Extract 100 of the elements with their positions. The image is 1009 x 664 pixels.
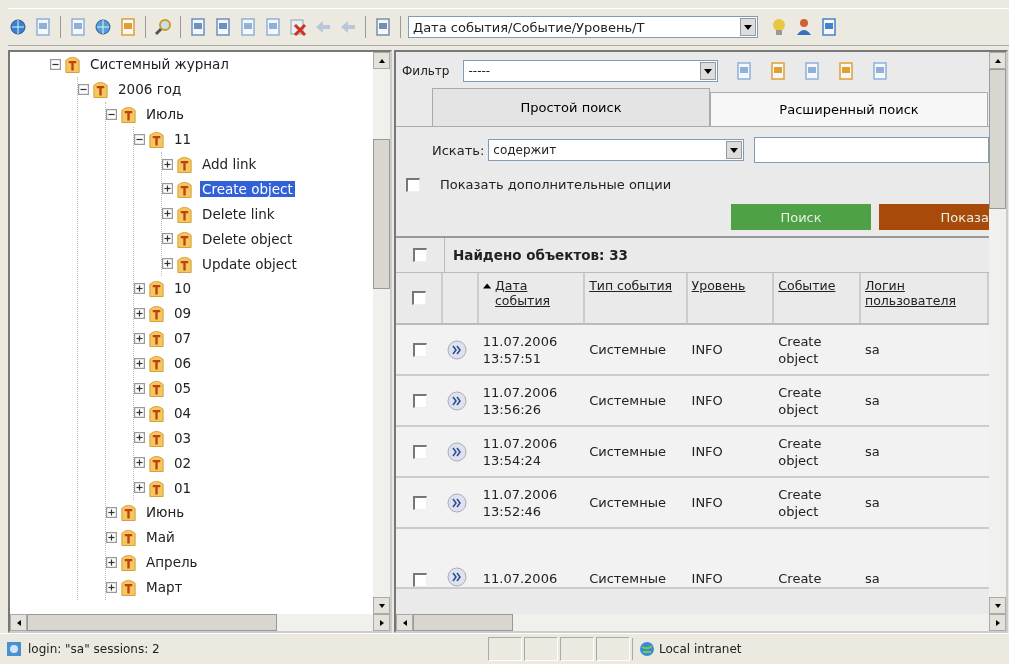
tab[interactable]: Расширенный поиск (710, 92, 988, 126)
date-cell: 11.07.2006 13:57:51 (482, 332, 558, 367)
column-header[interactable]: Дата события (495, 278, 580, 308)
tree-item[interactable]: Май (144, 529, 177, 546)
vertical-scrollbar[interactable] (989, 52, 1006, 614)
person-icon[interactable] (794, 17, 814, 37)
level-cell: INFO (691, 494, 723, 511)
type-cell: Системные (589, 392, 666, 409)
expand-toggle[interactable] (134, 432, 145, 444)
login-cell: sa (864, 341, 880, 358)
window-icon[interactable] (819, 17, 839, 37)
tree-item[interactable]: 06 (172, 355, 194, 372)
scrollbar-thumb[interactable] (989, 69, 1006, 209)
cross-icon[interactable] (288, 17, 308, 37)
tree-item[interactable]: Delete link (200, 205, 277, 222)
expand-toggle[interactable] (134, 482, 145, 494)
column-header[interactable]: Тип события (589, 278, 673, 293)
search-field[interactable] (754, 137, 989, 163)
node-icon (148, 328, 165, 349)
checkbox[interactable] (412, 573, 427, 587)
expand-toggle[interactable] (162, 233, 173, 245)
tree-item[interactable]: 04 (172, 404, 194, 421)
tree-item[interactable]: Delete object (200, 230, 295, 247)
node-icon (148, 378, 165, 398)
column-header[interactable]: Событие (778, 278, 836, 293)
search-mode-select[interactable]: содержит (488, 139, 745, 161)
horizontal-scrollbar[interactable] (396, 614, 1006, 631)
checkbox[interactable] (412, 495, 427, 510)
event-cell-text: Create object (778, 383, 823, 418)
tree-item[interactable]: Create object (200, 180, 295, 197)
expand-toggle[interactable] (162, 208, 173, 220)
collapse-toggle[interactable] (50, 58, 61, 70)
scrollbar-thumb[interactable] (413, 614, 513, 631)
checkbox[interactable] (411, 291, 426, 305)
view-select[interactable]: Дата события/Событие/Уровень/Т (408, 16, 758, 38)
details-icon[interactable] (447, 441, 468, 462)
checkbox[interactable] (412, 342, 427, 357)
expand-toggle[interactable] (134, 457, 145, 469)
login-cell: sa (864, 392, 880, 409)
checkbox[interactable] (412, 393, 427, 408)
level-cell: INFO (691, 570, 723, 587)
column-header[interactable]: Логин пользователя (864, 278, 987, 308)
tree-item[interactable]: 03 (172, 429, 194, 446)
tree-item[interactable]: 07 (172, 330, 194, 347)
node-icon (64, 54, 81, 75)
checkbox[interactable] (413, 248, 427, 262)
expand-toggle[interactable] (134, 282, 145, 294)
tree-item[interactable]: 05 (172, 380, 194, 396)
column-header[interactable]: Уровень (691, 278, 746, 293)
tree-item[interactable]: 10 (172, 280, 194, 297)
tree-item[interactable]: Март (144, 579, 185, 596)
expand-toggle[interactable] (106, 506, 117, 518)
tree-item[interactable]: Июль (144, 106, 187, 123)
expand-toggle[interactable] (134, 407, 145, 419)
scrollbar-thumb[interactable] (373, 139, 390, 289)
tree-item[interactable]: 2006 год (116, 81, 184, 98)
tree-item[interactable]: 02 (172, 454, 194, 471)
tree-item[interactable]: Апрель (144, 554, 200, 571)
expand-toggle[interactable] (134, 382, 145, 394)
tree-item[interactable]: Системный журнал (88, 56, 231, 73)
results-count: Найдено объектов: 33 (452, 247, 628, 263)
expand-toggle[interactable] (162, 158, 173, 170)
tab[interactable]: Простой поиск (432, 88, 710, 126)
expand-toggle[interactable] (134, 332, 145, 344)
node-icon (148, 303, 165, 324)
tree-item[interactable]: 01 (172, 479, 194, 496)
vertical-scrollbar[interactable] (373, 52, 390, 614)
node-icon (92, 79, 109, 100)
expand-toggle[interactable] (134, 307, 145, 319)
expand-toggle[interactable] (106, 581, 117, 593)
node-icon (176, 154, 193, 174)
collapse-toggle[interactable] (78, 83, 89, 95)
details-icon[interactable] (447, 567, 468, 587)
tree-item[interactable]: Июнь (144, 504, 187, 521)
tree-item[interactable]: Add link (200, 156, 259, 172)
expand-toggle[interactable] (162, 183, 173, 195)
expand-toggle[interactable] (162, 258, 173, 270)
expand-toggle[interactable] (106, 556, 117, 568)
tree-item[interactable]: Update object (200, 255, 299, 272)
level-cell: INFO (691, 341, 723, 358)
globe-icon[interactable] (8, 17, 28, 37)
filter-select[interactable]: ----- (463, 60, 719, 82)
details-icon[interactable] (447, 339, 468, 360)
expand-toggle[interactable] (134, 357, 145, 369)
collapse-toggle[interactable] (106, 108, 117, 120)
checkbox[interactable] (406, 177, 420, 192)
horizontal-scrollbar[interactable] (10, 614, 390, 631)
login-cell: sa (864, 443, 880, 460)
checkbox[interactable] (412, 444, 427, 459)
scrollbar-thumb[interactable] (27, 614, 277, 631)
search-label: Искать: (432, 142, 485, 158)
collapse-toggle[interactable] (134, 133, 145, 145)
date-cell: 11.07.2006 13:52:46 (482, 485, 558, 520)
details-icon[interactable] (447, 492, 468, 513)
magnifier-icon[interactable] (153, 17, 173, 37)
expand-toggle[interactable] (106, 531, 117, 543)
tree-item[interactable]: 09 (172, 305, 194, 322)
tree-item[interactable]: 11 (172, 131, 194, 148)
show-button[interactable]: Показа (879, 204, 989, 230)
details-icon[interactable] (447, 390, 468, 411)
